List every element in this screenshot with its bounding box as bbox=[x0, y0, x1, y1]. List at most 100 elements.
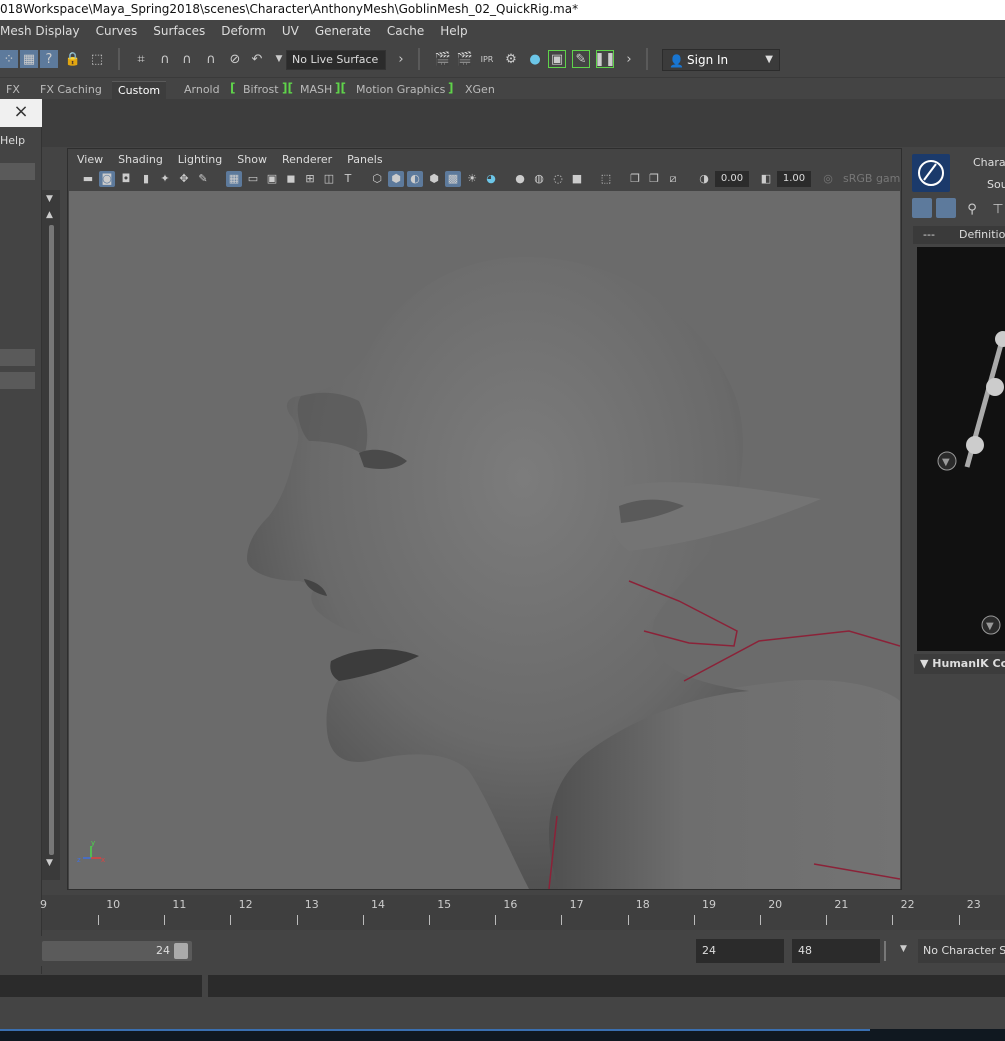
select-highlight-icon[interactable]: ⬚ bbox=[88, 50, 106, 68]
gate-mask-icon[interactable]: ◼ bbox=[283, 171, 299, 187]
hik-tab-definition[interactable]: Definitio bbox=[959, 228, 1005, 241]
wireframe-on-shaded-icon[interactable]: ◐ bbox=[407, 171, 423, 187]
playback-end-field[interactable]: 48 bbox=[792, 939, 880, 963]
chevron-down-icon[interactable]: ▼ bbox=[46, 858, 53, 868]
hypershade-icon[interactable]: ● bbox=[526, 50, 544, 68]
menu-help[interactable]: Help bbox=[440, 24, 475, 38]
xray-components-icon[interactable]: ❐ bbox=[646, 171, 662, 187]
render-view-icon[interactable]: ▣ bbox=[548, 50, 566, 68]
exposure-icon[interactable]: ◑ bbox=[696, 171, 712, 187]
menu-help-left[interactable]: Help bbox=[0, 134, 25, 147]
snap-to-view-plane-icon[interactable]: ∩ bbox=[202, 50, 220, 68]
resolution-gate-icon[interactable]: ▣ bbox=[264, 171, 280, 187]
select-by-object-icon[interactable]: ▦ bbox=[20, 50, 38, 68]
menu-uv[interactable]: UV bbox=[282, 24, 307, 38]
camera-attributes-icon[interactable]: ◙ bbox=[99, 171, 115, 187]
color-space-label[interactable]: sRGB gamma bbox=[843, 171, 901, 187]
tab-motion-graphics[interactable]: Motion Graphics bbox=[350, 81, 451, 99]
textured-icon[interactable]: ⬢ bbox=[426, 171, 442, 187]
humanik-controls-header[interactable]: ▼ HumanIK Co bbox=[914, 654, 1005, 674]
humanik-source-label[interactable]: Sou bbox=[987, 178, 1005, 191]
tab-fx[interactable]: FX bbox=[0, 81, 26, 99]
safe-action-icon[interactable]: ◫ bbox=[321, 171, 337, 187]
xray-joints-icon[interactable]: ❐ bbox=[627, 171, 643, 187]
hik-edit-icon[interactable] bbox=[936, 198, 956, 218]
gamma-icon[interactable]: ◧ bbox=[758, 171, 774, 187]
image-plane-icon[interactable]: ✦ bbox=[157, 171, 173, 187]
end-time-field[interactable]: 24 bbox=[696, 939, 784, 963]
chevron-right-icon[interactable]: › bbox=[620, 50, 638, 68]
viewport-menu-shading[interactable]: Shading bbox=[118, 153, 163, 166]
live-surface-field[interactable]: No Live Surface bbox=[286, 50, 386, 70]
smooth-shade-icon[interactable]: ⬢ bbox=[388, 171, 404, 187]
film-gate-icon[interactable]: ▭ bbox=[245, 171, 261, 187]
pause-render-icon[interactable]: ❚❚ bbox=[594, 50, 616, 68]
humanik-character-view[interactable]: ▼ ▼ bbox=[917, 247, 1005, 651]
ambient-occlusion-icon[interactable]: ● bbox=[512, 171, 528, 187]
render-sequence-icon[interactable]: 🎬 bbox=[456, 50, 474, 68]
menu-cache[interactable]: Cache bbox=[387, 24, 432, 38]
2d-pan-zoom-icon[interactable]: ✥ bbox=[176, 171, 192, 187]
left-panel-field[interactable] bbox=[0, 163, 35, 180]
field-chart-icon[interactable]: ⊞ bbox=[302, 171, 318, 187]
depth-of-field-icon[interactable]: ■ bbox=[569, 171, 585, 187]
tab-bifrost[interactable]: Bifrost bbox=[237, 81, 285, 99]
range-slider[interactable]: 24 bbox=[42, 941, 192, 961]
lock-icon[interactable]: 🔒 bbox=[64, 50, 82, 68]
select-by-component-icon[interactable]: ? bbox=[40, 50, 58, 68]
menu-curves[interactable]: Curves bbox=[96, 24, 146, 38]
camera-icon[interactable]: ▬ bbox=[80, 171, 96, 187]
hik-edit-icon[interactable] bbox=[912, 198, 932, 218]
lights-icon[interactable]: ☀ bbox=[464, 171, 480, 187]
bookmark-icon[interactable]: ▮ bbox=[138, 171, 154, 187]
render-current-frame-icon[interactable]: 🎬 bbox=[434, 50, 452, 68]
exposure-field[interactable]: 0.00 bbox=[715, 171, 749, 187]
chevron-up-icon[interactable]: ▲ bbox=[46, 210, 53, 220]
scrollbar-thumb[interactable] bbox=[49, 225, 54, 855]
chevron-down-icon[interactable]: ▼ bbox=[46, 194, 53, 204]
menu-deform[interactable]: Deform bbox=[221, 24, 274, 38]
xray-icon[interactable]: ▩ bbox=[445, 171, 461, 187]
left-panel-field[interactable] bbox=[0, 372, 35, 389]
tab-custom[interactable]: Custom bbox=[112, 81, 167, 99]
viewport-menu-panels[interactable]: Panels bbox=[347, 153, 382, 166]
shadows-icon[interactable]: ◕ bbox=[483, 171, 499, 187]
bookmark-camera-icon[interactable]: ◘ bbox=[118, 171, 134, 187]
character-set-dropdown[interactable]: No Character Set bbox=[918, 939, 1005, 963]
sign-in-button[interactable]: 👤 Sign In ▼ bbox=[662, 49, 780, 71]
viewport-menu-lighting[interactable]: Lighting bbox=[178, 153, 222, 166]
mel-input-field[interactable] bbox=[0, 975, 202, 997]
gamma-field[interactable]: 1.00 bbox=[777, 171, 811, 187]
viewport-menu-view[interactable]: View bbox=[77, 153, 103, 166]
render-settings-icon[interactable]: ⚙ bbox=[502, 50, 520, 68]
isolate-select-icon[interactable]: ⬚ bbox=[598, 171, 614, 187]
frame-all-icon[interactable]: ⧄ bbox=[665, 171, 681, 187]
anti-aliasing-icon[interactable]: ◌ bbox=[550, 171, 566, 187]
safe-title-icon[interactable]: T bbox=[340, 171, 356, 187]
range-slider-knob[interactable] bbox=[174, 943, 188, 959]
arnold-icon[interactable]: ✎ bbox=[572, 50, 590, 68]
viewport-menu-show[interactable]: Show bbox=[237, 153, 267, 166]
hik-tab-blank[interactable]: --- bbox=[923, 228, 935, 241]
viewport-menu-renderer[interactable]: Renderer bbox=[282, 153, 332, 166]
chevron-right-icon[interactable]: › bbox=[392, 50, 410, 68]
menu-mesh-display[interactable]: Mesh Display bbox=[0, 24, 88, 38]
hik-rig-icon[interactable]: ⊤ bbox=[989, 200, 1005, 218]
hik-skeleton-icon[interactable]: ⚲ bbox=[963, 200, 981, 218]
grease-pencil-icon[interactable]: ✎ bbox=[195, 171, 211, 187]
snap-to-grid-icon[interactable]: ⌗ bbox=[132, 50, 150, 68]
select-by-hierarchy-icon[interactable]: ⁘ bbox=[0, 50, 18, 68]
snap-to-point-icon[interactable]: ∩ bbox=[178, 50, 196, 68]
tab-arnold[interactable]: Arnold bbox=[178, 81, 226, 99]
grid-icon[interactable]: ▦ bbox=[226, 171, 242, 187]
snap-to-curve-icon[interactable]: ∩ bbox=[156, 50, 174, 68]
menu-surfaces[interactable]: Surfaces bbox=[153, 24, 213, 38]
time-slider[interactable]: 9 10 11 12 13 14 15 16 17 18 19 20 21 22 23 bbox=[40, 895, 1005, 930]
close-icon[interactable]: × bbox=[0, 99, 42, 127]
tab-mash[interactable]: MASH bbox=[294, 81, 338, 99]
motion-blur-icon[interactable]: ◍ bbox=[531, 171, 547, 187]
chevron-down-icon[interactable]: ▼ bbox=[900, 944, 907, 954]
menu-generate[interactable]: Generate bbox=[315, 24, 379, 38]
color-management-icon[interactable]: ◎ bbox=[820, 171, 836, 187]
symmetry-icon[interactable]: ↶ bbox=[248, 50, 266, 68]
